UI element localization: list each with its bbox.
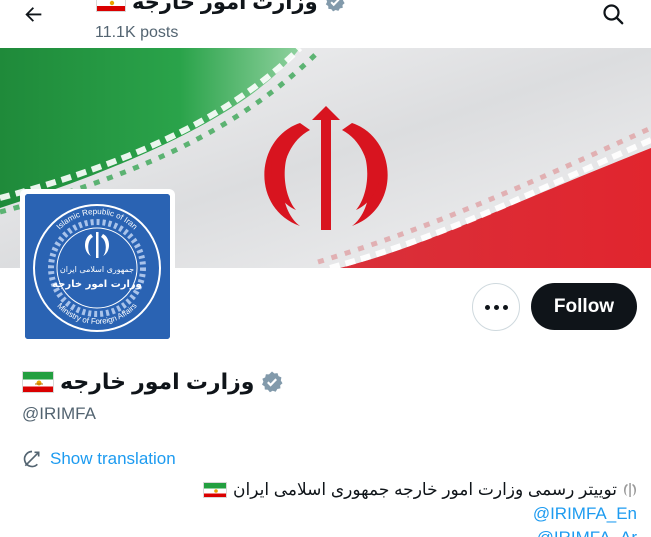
svg-text:جمهوری اسلامی ایران: جمهوری اسلامی ایران xyxy=(60,265,134,274)
top-bar: وزارت امور خارجه 11.1K posts xyxy=(0,0,651,48)
verified-badge-icon xyxy=(262,371,283,393)
header-title: وزارت امور خارجه xyxy=(96,0,346,15)
svg-text:وزارت امور خارجه: وزارت امور خارجه xyxy=(52,279,142,290)
more-dots-icon-part xyxy=(493,304,499,310)
posts-count: 11.1K posts xyxy=(95,24,179,41)
header-name: وزارت امور خارجه xyxy=(132,0,318,14)
profile-handle: @IRIMFA xyxy=(22,404,96,423)
bio-text: توییتر رسمی وزارت امور خارجه جمهوری اسلا… xyxy=(233,480,617,499)
translate-icon xyxy=(23,450,40,468)
more-dots-icon xyxy=(484,304,490,310)
search-button[interactable] xyxy=(596,0,630,28)
show-translation-link[interactable]: Show translation xyxy=(22,448,176,470)
ministry-seal: Islamic Republic of Iran Ministry of For… xyxy=(25,194,170,339)
lion-and-sun-flag-icon xyxy=(96,0,126,12)
follow-button[interactable]: Follow xyxy=(531,283,637,330)
lion-and-sun-flag-icon xyxy=(22,371,54,393)
link-irimfa-en[interactable]: @IRIMFA_En xyxy=(533,504,637,524)
more-dots-icon-part xyxy=(502,304,508,310)
profile-bio: توییتر رسمی وزارت امور خارجه جمهوری اسلا… xyxy=(203,478,637,502)
back-button[interactable] xyxy=(14,0,54,28)
iran-emblem-icon xyxy=(624,483,636,497)
show-translation-label: Show translation xyxy=(50,449,176,468)
arrow-left-icon xyxy=(25,7,42,22)
profile-display-name: وزارت امور خارجه xyxy=(60,369,255,394)
lion-and-sun-flag-icon xyxy=(203,482,227,498)
profile-name-row: وزارت امور خارجه xyxy=(22,367,284,397)
search-icon xyxy=(603,4,624,25)
more-options-button[interactable] xyxy=(472,283,520,331)
profile-avatar[interactable]: Islamic Republic of Iran Ministry of For… xyxy=(20,189,175,344)
verified-badge-icon xyxy=(325,0,345,12)
link-irimfa-ar[interactable]: @IRIMFA_Ar xyxy=(537,528,637,537)
